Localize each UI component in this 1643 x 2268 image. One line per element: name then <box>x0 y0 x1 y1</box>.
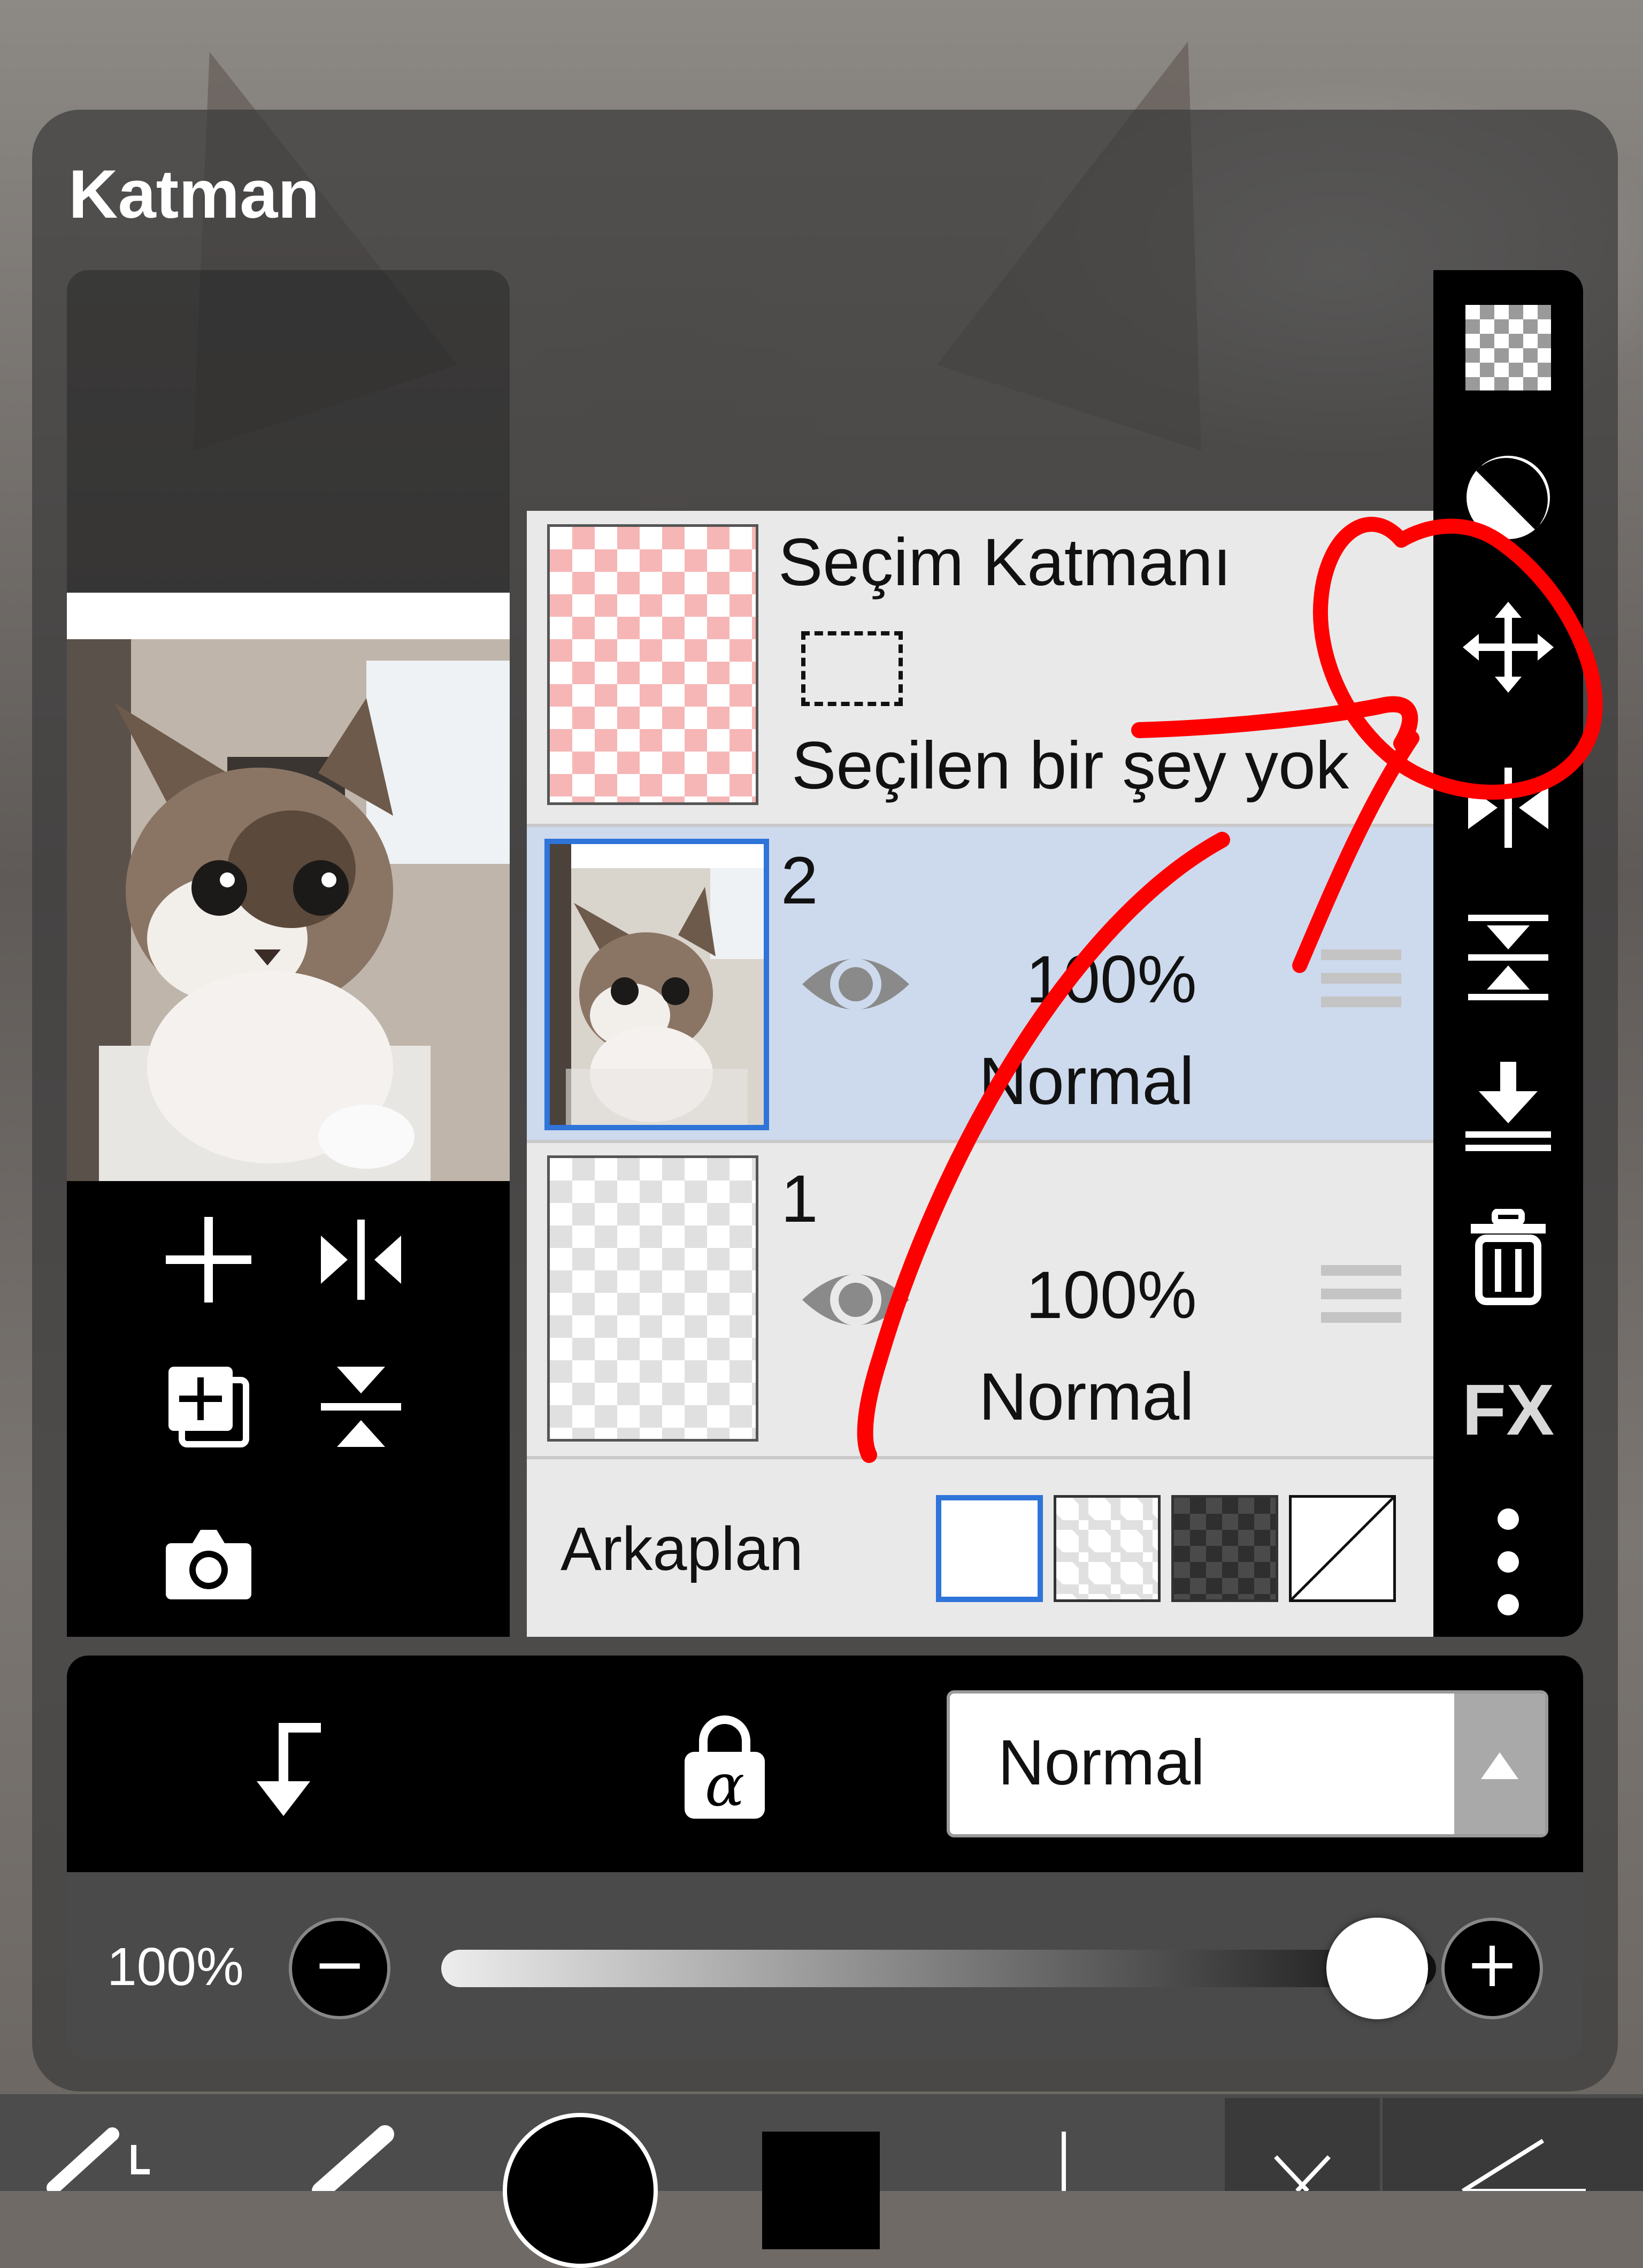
delete-layer-button[interactable] <box>1455 1206 1562 1308</box>
background-white-swatch[interactable] <box>936 1495 1043 1602</box>
color-swatch[interactable] <box>762 2132 880 2249</box>
flip-horizontal-icon <box>321 1220 401 1300</box>
transparency-icon <box>1465 305 1551 390</box>
alpha-lock-icon: α <box>685 1715 765 1819</box>
blend-mode-toggle[interactable] <box>1454 1694 1545 1834</box>
merge-down-button[interactable] <box>1455 1056 1562 1158</box>
toolbar-back-button[interactable] <box>1383 2098 1643 2193</box>
layer-2-name: 2 <box>781 844 818 918</box>
flip-vertical-icon <box>1468 915 1548 1000</box>
selection-layer-title: Seçim Katmanı <box>778 525 1232 600</box>
camera-icon <box>166 1530 251 1599</box>
layer-2-drag-handle[interactable] <box>1321 949 1401 1008</box>
flip-horizontal-icon <box>1468 768 1548 848</box>
layer-1-blend: Normal <box>979 1360 1194 1434</box>
blend-mode-select[interactable]: Normal <box>947 1690 1548 1837</box>
opacity-decrease-button[interactable]: − <box>289 1918 390 2019</box>
transparency-button[interactable] <box>1455 300 1562 396</box>
brush-settings-icon <box>47 2127 150 2195</box>
back-arrow-icon <box>1461 2139 1586 2193</box>
clipping-button[interactable] <box>235 1712 342 1819</box>
layer-1-thumbnail[interactable] <box>547 1155 758 1442</box>
background-transparent-swatch[interactable] <box>1054 1495 1161 1602</box>
layer-1-opacity: 100% <box>1026 1258 1197 1332</box>
invert-mask-button[interactable] <box>1455 449 1562 546</box>
selection-layer-thumbnail <box>547 524 758 805</box>
brush-size-indicator[interactable] <box>503 2113 658 2268</box>
eye-icon <box>802 1274 909 1325</box>
brush-icon <box>312 2125 394 2200</box>
opacity-increase-button[interactable]: + <box>1441 1918 1543 2019</box>
duplicate-layer-button[interactable] <box>160 1359 257 1455</box>
invert-mask-icon <box>1467 456 1550 539</box>
canvas-tools <box>67 1181 510 1637</box>
flip-vertical-button[interactable] <box>313 1359 409 1455</box>
opacity-slider-thumb[interactable] <box>1326 1918 1428 2019</box>
merge-down-icon <box>1465 1062 1551 1151</box>
background-label: Arkaplan <box>561 1515 803 1583</box>
plus-icon <box>166 1217 251 1302</box>
alpha-lock-button[interactable]: α <box>671 1714 778 1821</box>
chevron-up-icon <box>1481 1752 1518 1779</box>
layer-2-blend: Normal <box>979 1044 1194 1118</box>
selection-layer-status: Seçilen bir şey yok <box>792 729 1349 803</box>
opacity-value: 100% <box>107 1937 244 1997</box>
opacity-slider[interactable] <box>441 1950 1436 1987</box>
toolbar-close-button[interactable] <box>1225 2098 1380 2193</box>
selection-marquee-icon <box>801 631 903 706</box>
clip-arrow-icon <box>257 1723 321 1816</box>
move-layer-button[interactable] <box>1455 599 1562 695</box>
layer-2-visibility-toggle[interactable] <box>800 944 912 1024</box>
add-layer-button[interactable] <box>160 1212 257 1308</box>
background-none-swatch[interactable] <box>1289 1495 1396 1602</box>
brush-tool-button[interactable] <box>300 2124 406 2200</box>
duplicate-layer-icon <box>168 1367 249 1447</box>
more-icon <box>1498 1508 1519 1615</box>
blend-mode-value: Normal <box>998 1727 1205 1798</box>
layer-1-drag-handle[interactable] <box>1321 1265 1401 1324</box>
flip-layer-horizontal-button[interactable] <box>1455 760 1562 856</box>
move-icon <box>1463 602 1554 693</box>
svg-text:α: α <box>705 1751 744 1819</box>
layer-2-thumbnail[interactable] <box>544 839 769 1130</box>
flip-layer-vertical-button[interactable] <box>1455 909 1562 1006</box>
trash-icon <box>1471 1209 1546 1305</box>
camera-button[interactable] <box>160 1514 257 1610</box>
layer-1-name: 1 <box>781 1162 818 1236</box>
flip-vertical-icon <box>321 1367 401 1447</box>
panel-title: Katman <box>68 156 320 233</box>
layer-2-opacity: 100% <box>1026 943 1197 1017</box>
canvas-preview-image <box>67 639 510 1181</box>
flip-horizontal-button[interactable] <box>313 1212 409 1308</box>
layer-1-visibility-toggle[interactable] <box>800 1260 912 1340</box>
toolbar-divider-line <box>1062 2132 1066 2191</box>
close-icon <box>1274 2155 1331 2193</box>
minus-icon: − <box>312 1927 367 2002</box>
brush-settings-button[interactable] <box>43 2113 166 2195</box>
eye-icon <box>802 959 909 1010</box>
more-options-button[interactable] <box>1455 1503 1562 1621</box>
fx-icon: FX <box>1462 1369 1555 1450</box>
fx-button[interactable]: FX <box>1455 1359 1562 1460</box>
plus-icon: + <box>1465 1927 1519 2002</box>
background-dark-swatch[interactable] <box>1171 1495 1278 1602</box>
diagonal-slash-icon <box>1291 1497 1394 1600</box>
